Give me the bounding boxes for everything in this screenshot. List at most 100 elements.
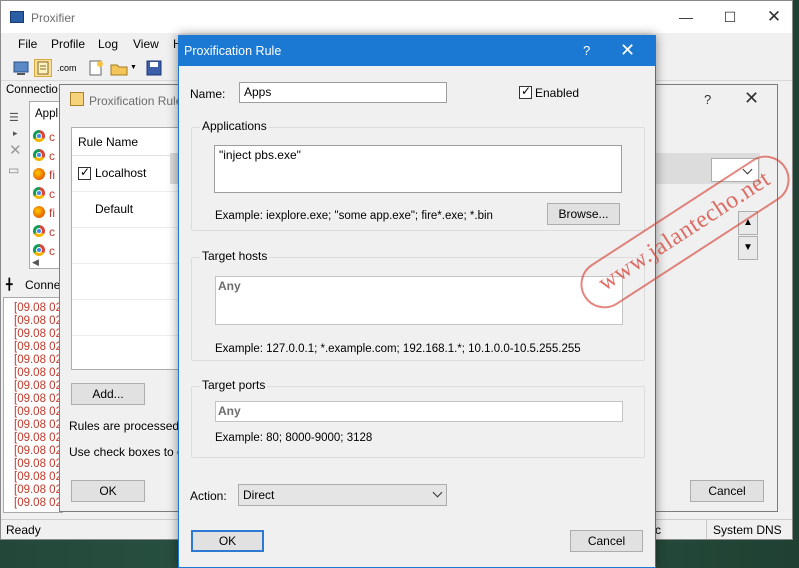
rule-name-input[interactable]: Apps — [239, 82, 447, 103]
rule-help-button[interactable]: ? — [583, 43, 590, 58]
log-tab[interactable]: ╋ Conne — [3, 275, 63, 295]
chrome-icon — [33, 187, 45, 199]
log-line: [09.08 02 — [14, 302, 62, 314]
rule-close-button[interactable]: ✕ — [620, 40, 635, 61]
chrome-icon — [33, 225, 45, 237]
list-item[interactable]: fi — [30, 204, 60, 222]
rules-info-line2: Use check boxes to en — [69, 445, 191, 459]
rules-cancel-button[interactable]: Cancel — [690, 480, 764, 502]
save-profile-icon[interactable] — [145, 59, 163, 77]
open-profile-icon[interactable] — [110, 59, 128, 77]
action-select[interactable]: Direct — [238, 484, 447, 506]
log-line: [09.08 02 — [14, 497, 62, 509]
log-line: [09.08 02 — [14, 328, 62, 340]
target-hosts-group: Target hosts Any Example: 127.0.0.1; *.e… — [191, 249, 645, 361]
log-line: [09.08 02 — [14, 406, 62, 418]
close-connection-icon[interactable]: ✕ — [9, 141, 22, 159]
action-selected-value: Direct — [243, 488, 275, 502]
table-row — [72, 300, 190, 336]
log-line: [09.08 02 — [14, 341, 62, 353]
log-line: [09.08 02 — [14, 458, 62, 470]
connections-view-icon[interactable] — [12, 59, 30, 77]
log-pane: [09.08 02 [09.08 02 [09.08 02 [09.08 02 … — [3, 297, 63, 513]
firefox-icon — [33, 206, 45, 218]
action-label: Action: — [190, 489, 227, 503]
menu-log[interactable]: Log — [98, 37, 118, 51]
proxifier-app-icon — [10, 11, 24, 23]
list-item[interactable]: c — [30, 223, 60, 241]
menu-file[interactable]: File — [18, 37, 37, 51]
table-row — [72, 264, 190, 300]
main-title-bar: Proxifier — ☐ ✕ — [1, 1, 792, 33]
target-ports-group: Target ports Any Example: 80; 8000-9000;… — [191, 378, 645, 458]
log-line: [09.08 02 — [14, 354, 62, 366]
minimize-button[interactable]: — — [663, 1, 709, 33]
status-dns: System DNS — [713, 523, 782, 537]
rules-ok-button[interactable]: OK — [71, 480, 145, 502]
list-item[interactable]: c — [30, 185, 60, 203]
rules-dialog-title: Proxification Rule — [89, 94, 183, 108]
proxification-rule-dialog: Proxification Rule ? ✕ Name: Apps Enable… — [178, 35, 656, 568]
target-hosts-input[interactable]: Any — [215, 276, 623, 325]
rule-cancel-button[interactable]: Cancel — [570, 530, 643, 552]
rule-ok-button[interactable]: OK — [191, 530, 264, 552]
applications-example: Example: iexplore.exe; "some app.exe"; f… — [215, 210, 493, 222]
log-line: [09.08 02 — [14, 380, 62, 392]
status-ready: Ready — [6, 523, 41, 537]
table-row — [72, 336, 190, 372]
rules-info-line1: Rules are processed fr — [69, 419, 190, 433]
applications-group: Applications "inject pbs.exe" Example: i… — [191, 119, 645, 231]
rule-name: Localhost — [95, 166, 147, 180]
rule-enabled-checkbox[interactable] — [78, 165, 91, 180]
close-button[interactable]: ✕ — [751, 1, 797, 33]
log-line: [09.08 02 — [14, 419, 62, 431]
applications-group-title: Applications — [200, 119, 269, 133]
chrome-icon — [33, 149, 45, 161]
expand-arrow-icon[interactable]: ▸ — [13, 128, 18, 139]
chrome-icon — [33, 130, 45, 142]
connections-tab-icon: ╋ — [6, 279, 13, 291]
log-line: [09.08 02 — [14, 445, 62, 457]
table-row[interactable]: Default — [72, 192, 190, 228]
rule-name: Default — [95, 202, 134, 216]
rule-name-column-header: Rule Name — [72, 128, 190, 156]
table-row — [72, 228, 190, 264]
chevron-down-icon[interactable]: ▼ — [130, 59, 138, 77]
applications-input[interactable]: "inject pbs.exe" — [214, 145, 622, 193]
rules-help-button[interactable]: ? — [704, 92, 711, 107]
traffic-view-icon[interactable] — [34, 59, 52, 77]
list-item[interactable]: fi — [30, 166, 60, 184]
log-line: [09.08 02 — [14, 393, 62, 405]
log-line: [09.08 02 — [14, 367, 62, 379]
scroll-left-icon[interactable]: ◀ — [32, 257, 39, 268]
rule-dialog-title-bar: Proxification Rule ? ✕ — [179, 36, 655, 66]
chevron-down-icon — [432, 487, 443, 498]
menu-view[interactable]: View — [133, 37, 159, 51]
applications-column-header: Appl — [35, 108, 59, 120]
remove-icon[interactable]: ▭ — [8, 163, 19, 177]
firefox-icon — [33, 168, 45, 180]
target-hosts-example: Example: 127.0.0.1; *.example.com; 192.1… — [215, 343, 581, 355]
log-line: [09.08 02 — [14, 471, 62, 483]
dns-icon[interactable]: .com — [57, 59, 77, 77]
target-ports-input[interactable]: Any — [215, 401, 623, 422]
chrome-icon — [33, 244, 45, 256]
log-line: [09.08 02 — [14, 432, 62, 444]
target-hosts-group-title: Target hosts — [200, 249, 270, 263]
menu-profile[interactable]: Profile — [51, 37, 85, 51]
list-item[interactable]: c — [30, 147, 60, 165]
browse-button[interactable]: Browse... — [547, 203, 620, 225]
applications-list: Appl c c fi c fi c c — [29, 101, 63, 269]
rules-close-button[interactable]: ✕ — [744, 88, 759, 109]
enabled-checkbox[interactable] — [519, 84, 532, 99]
move-down-button[interactable]: ▼ — [738, 236, 758, 260]
new-profile-icon[interactable] — [87, 59, 105, 77]
target-ports-group-title: Target ports — [200, 378, 268, 392]
maximize-button[interactable]: ☐ — [707, 1, 753, 33]
add-rule-button[interactable]: Add... — [71, 383, 145, 405]
list-item[interactable]: c — [30, 128, 60, 146]
enabled-label: Enabled — [535, 86, 580, 100]
log-line: [09.08 02 — [14, 484, 62, 496]
rules-dialog-icon — [70, 92, 84, 106]
list-view-icon[interactable]: ☰ — [9, 111, 19, 124]
